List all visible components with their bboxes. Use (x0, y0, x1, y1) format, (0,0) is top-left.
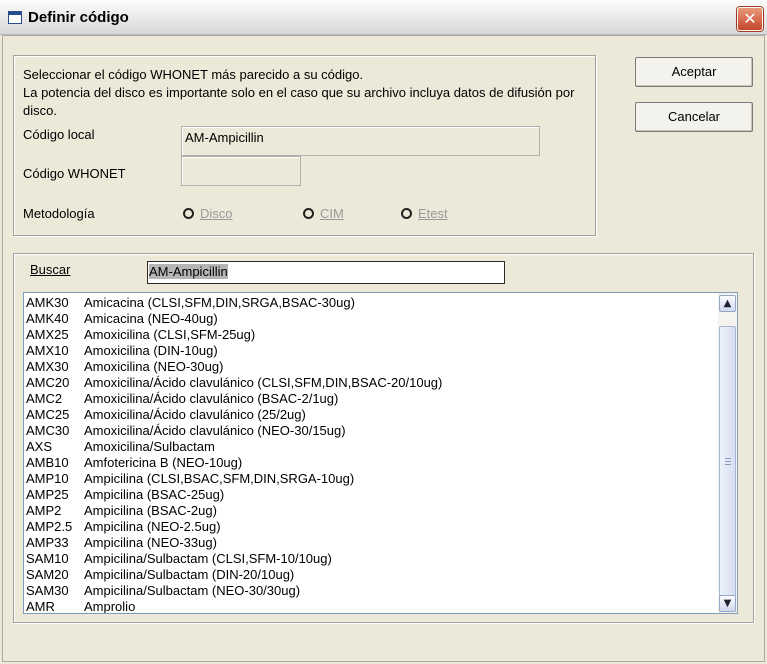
list-item-description: Ampicilina/Sulbactam (NEO-30/30ug) (84, 583, 301, 598)
window-icon (8, 11, 22, 24)
list-item-code: SAM20 (26, 567, 69, 582)
list-item-description: Amprolio (84, 599, 136, 614)
list-item-code: AMC25 (26, 407, 70, 422)
title-bar[interactable]: Definir código ✕ (0, 0, 767, 35)
list-item[interactable]: AMX25 Amoxicilina (CLSI,SFM-25ug) (26, 327, 716, 343)
scroll-thumb[interactable] (719, 326, 736, 596)
list-item-code: AMC20 (26, 375, 70, 390)
local-code-field: AM-Ampicillin (181, 126, 540, 156)
list-item[interactable]: AMC2 Amoxicilina/Ácido clavulánico (BSAC-… (26, 391, 716, 407)
list-item[interactable]: SAM30 Ampicilina/Sulbactam (NEO-30/30ug) (26, 583, 716, 599)
list-item[interactable]: AMC20 Amoxicilina/Ácido clavulánico (CLSI… (26, 375, 716, 391)
radio-etest-label: Etest (418, 206, 448, 221)
window-title: Definir código (28, 9, 129, 26)
list-item-description: Amicacina (CLSI,SFM,DIN,SRGA,BSAC-30ug) (84, 295, 355, 310)
list-item-code: AMB10 (26, 455, 69, 470)
radio-circle-icon (401, 208, 412, 219)
list-item-code: AMP10 (26, 471, 69, 486)
list-item-description: Amoxicilina/Ácido clavulánico (25/2ug) (84, 407, 306, 422)
radio-disco[interactable]: Disco (183, 206, 233, 221)
radio-cim[interactable]: CIM (303, 206, 344, 221)
list-item-code: SAM10 (26, 551, 69, 566)
list-item-description: Ampicilina/Sulbactam (CLSI,SFM-10/10ug) (84, 551, 332, 566)
info-line-1: Seleccionar el código WHONET más parecid… (23, 67, 364, 82)
list-item-description: Amoxicilina/Sulbactam (84, 439, 215, 454)
grip-line (725, 464, 731, 465)
local-code-label: Código local (23, 127, 95, 142)
list-item[interactable]: AMR Amprolio (26, 599, 716, 614)
search-input[interactable]: AM-Ampicillin (147, 261, 505, 284)
list-item-description: Amicacina (NEO-40ug) (84, 311, 218, 326)
vertical-scrollbar[interactable]: ▲ ▼ (718, 293, 737, 613)
list-item-code: AMP2 (26, 503, 62, 518)
list-item[interactable]: AMC25 Amoxicilina/Ácido clavulánico (25/2… (26, 407, 716, 423)
list-item[interactable]: AMK30 Amicacina (CLSI,SFM,DIN,SRGA,BSAC-3… (26, 295, 716, 311)
list-item-description: Ampicilina/Sulbactam (DIN-20/10ug) (84, 567, 295, 582)
list-item-description: Amoxicilina (NEO-30ug) (84, 359, 224, 374)
list-item-code: AMP25 (26, 487, 69, 502)
list-item-code: AXS (26, 439, 53, 454)
radio-cim-label: CIM (320, 206, 344, 221)
code-list: AMK30 Amicacina (CLSI,SFM,DIN,SRGA,BSAC-3… (26, 295, 716, 614)
radio-etest[interactable]: Etest (401, 206, 448, 221)
search-label: Buscar (30, 262, 71, 277)
list-item-description: Amoxicilina (DIN-10ug) (84, 343, 218, 358)
list-item[interactable]: AMP2 Ampicilina (BSAC-2ug) (26, 503, 716, 519)
list-item-description: Ampicilina (BSAC-25ug) (84, 487, 225, 502)
list-item[interactable]: AMC30 Amoxicilina/Ácido clavulánico (NEO-… (26, 423, 716, 439)
list-item-code: SAM30 (26, 583, 69, 598)
list-item-code: AMP2.5 (26, 519, 73, 534)
info-text: Seleccionar el código WHONET más parecid… (23, 66, 593, 120)
list-item-code: AMC2 (26, 391, 63, 406)
radio-circle-icon (183, 208, 194, 219)
list-item-code: AMX10 (26, 343, 69, 358)
scroll-down-button[interactable]: ▼ (719, 595, 736, 612)
grip-line (725, 461, 731, 462)
list-item-description: Ampicilina (CLSI,BSAC,SFM,DIN,SRGA-10ug) (84, 471, 355, 486)
list-item[interactable]: AMX30 Amoxicilina (NEO-30ug) (26, 359, 716, 375)
list-item-code: AMR (26, 599, 55, 614)
list-item[interactable]: AMP10 Ampicilina (CLSI,BSAC,SFM,DIN,SRGA-… (26, 471, 716, 487)
list-item-code: AMK40 (26, 311, 69, 326)
list-item-description: Ampicilina (NEO-2.5ug) (84, 519, 221, 534)
list-item-code: AMC30 (26, 423, 70, 438)
list-item-description: Ampicilina (BSAC-2ug) (84, 503, 217, 518)
list-item-code: AMP33 (26, 535, 69, 550)
list-item-code: AMK30 (26, 295, 69, 310)
search-input-value: AM-Ampicillin (149, 264, 228, 279)
list-item-description: Amfotericina B (NEO-10ug) (84, 455, 243, 470)
list-item[interactable]: AMB10 Amfotericina B (NEO-10ug) (26, 455, 716, 471)
info-line-2: La potencia del disco es importante solo… (23, 85, 575, 118)
radio-disco-label: Disco (200, 206, 233, 221)
list-item[interactable]: AMP33 Ampicilina (NEO-33ug) (26, 535, 716, 551)
list-item-description: Amoxicilina/Ácido clavulánico (NEO-30/15… (84, 423, 346, 438)
list-item-code: AMX30 (26, 359, 69, 374)
grip-line (725, 458, 731, 459)
method-label: Metodología (23, 206, 95, 221)
list-item[interactable]: AMK40 Amicacina (NEO-40ug) (26, 311, 716, 327)
list-item[interactable]: SAM20 Ampicilina/Sulbactam (DIN-20/10ug) (26, 567, 716, 583)
whonet-code-label: Código WHONET (23, 166, 126, 181)
list-item[interactable]: AMX10 Amoxicilina (DIN-10ug) (26, 343, 716, 359)
code-listbox[interactable]: AMK30 Amicacina (CLSI,SFM,DIN,SRGA,BSAC-3… (23, 292, 738, 614)
cancel-button[interactable]: Cancelar (635, 102, 753, 132)
list-item[interactable]: AMP25 Ampicilina (BSAC-25ug) (26, 487, 716, 503)
list-item-description: Ampicilina (NEO-33ug) (84, 535, 217, 550)
scroll-up-button[interactable]: ▲ (719, 295, 736, 312)
list-item-description: Amoxicilina/Ácido clavulánico (BSAC-2/1u… (84, 391, 339, 406)
close-button[interactable]: ✕ (737, 7, 763, 31)
accept-button[interactable]: Aceptar (635, 57, 753, 87)
radio-circle-icon (303, 208, 314, 219)
list-item[interactable]: SAM10 Ampicilina/Sulbactam (CLSI,SFM-10/1… (26, 551, 716, 567)
list-item-description: Amoxicilina (CLSI,SFM-25ug) (84, 327, 256, 342)
list-item[interactable]: AMP2.5 Ampicilina (NEO-2.5ug) (26, 519, 716, 535)
whonet-code-field (181, 156, 301, 186)
list-item-code: AMX25 (26, 327, 69, 342)
list-item[interactable]: AXS Amoxicilina/Sulbactam (26, 439, 716, 455)
list-item-description: Amoxicilina/Ácido clavulánico (CLSI,SFM,… (84, 375, 443, 390)
